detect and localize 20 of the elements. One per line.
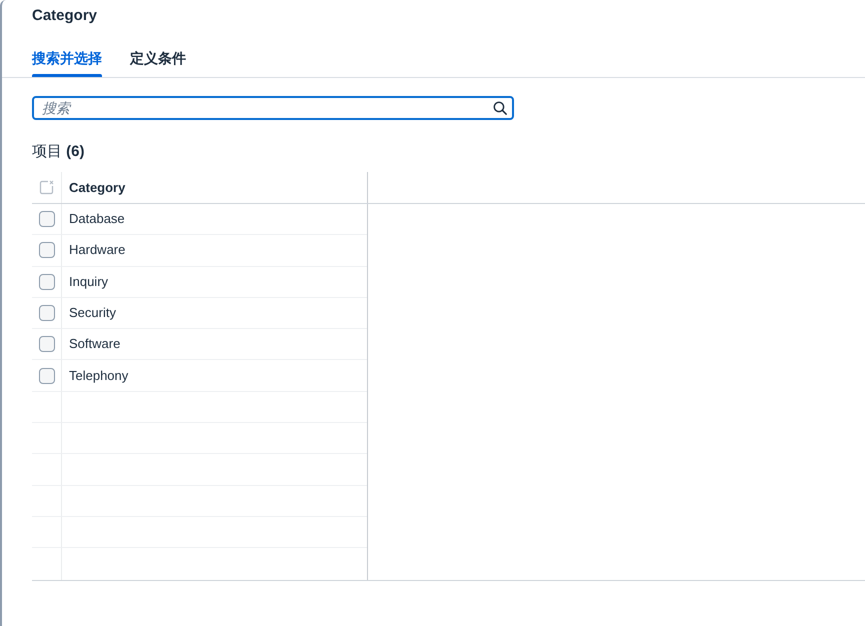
- tab[interactable]: 搜索并选择: [32, 45, 102, 77]
- table-cell: Security: [69, 305, 116, 322]
- checkbox[interactable]: [38, 305, 54, 322]
- checkbox[interactable]: [38, 242, 54, 258]
- search-field[interactable]: 搜索: [32, 96, 514, 120]
- table-cell: Telephony: [69, 368, 128, 384]
- column-header[interactable]: Category: [69, 180, 126, 196]
- table-cell: Hardware: [69, 242, 126, 258]
- checkbox[interactable]: [38, 336, 54, 352]
- checkbox[interactable]: [38, 274, 54, 290]
- table-cell: Database: [69, 211, 125, 228]
- dialog-title: Category: [32, 6, 98, 26]
- checkbox[interactable]: [38, 368, 54, 384]
- items-count-heading: 项目 (6): [32, 142, 85, 162]
- table-cell: Inquiry: [69, 274, 108, 290]
- checkbox[interactable]: [38, 211, 54, 228]
- search-icon[interactable]: [493, 101, 507, 115]
- tab[interactable]: 定义条件: [130, 45, 186, 77]
- table-cell: Software: [69, 336, 120, 352]
- deselect-all-icon[interactable]: [39, 180, 54, 195]
